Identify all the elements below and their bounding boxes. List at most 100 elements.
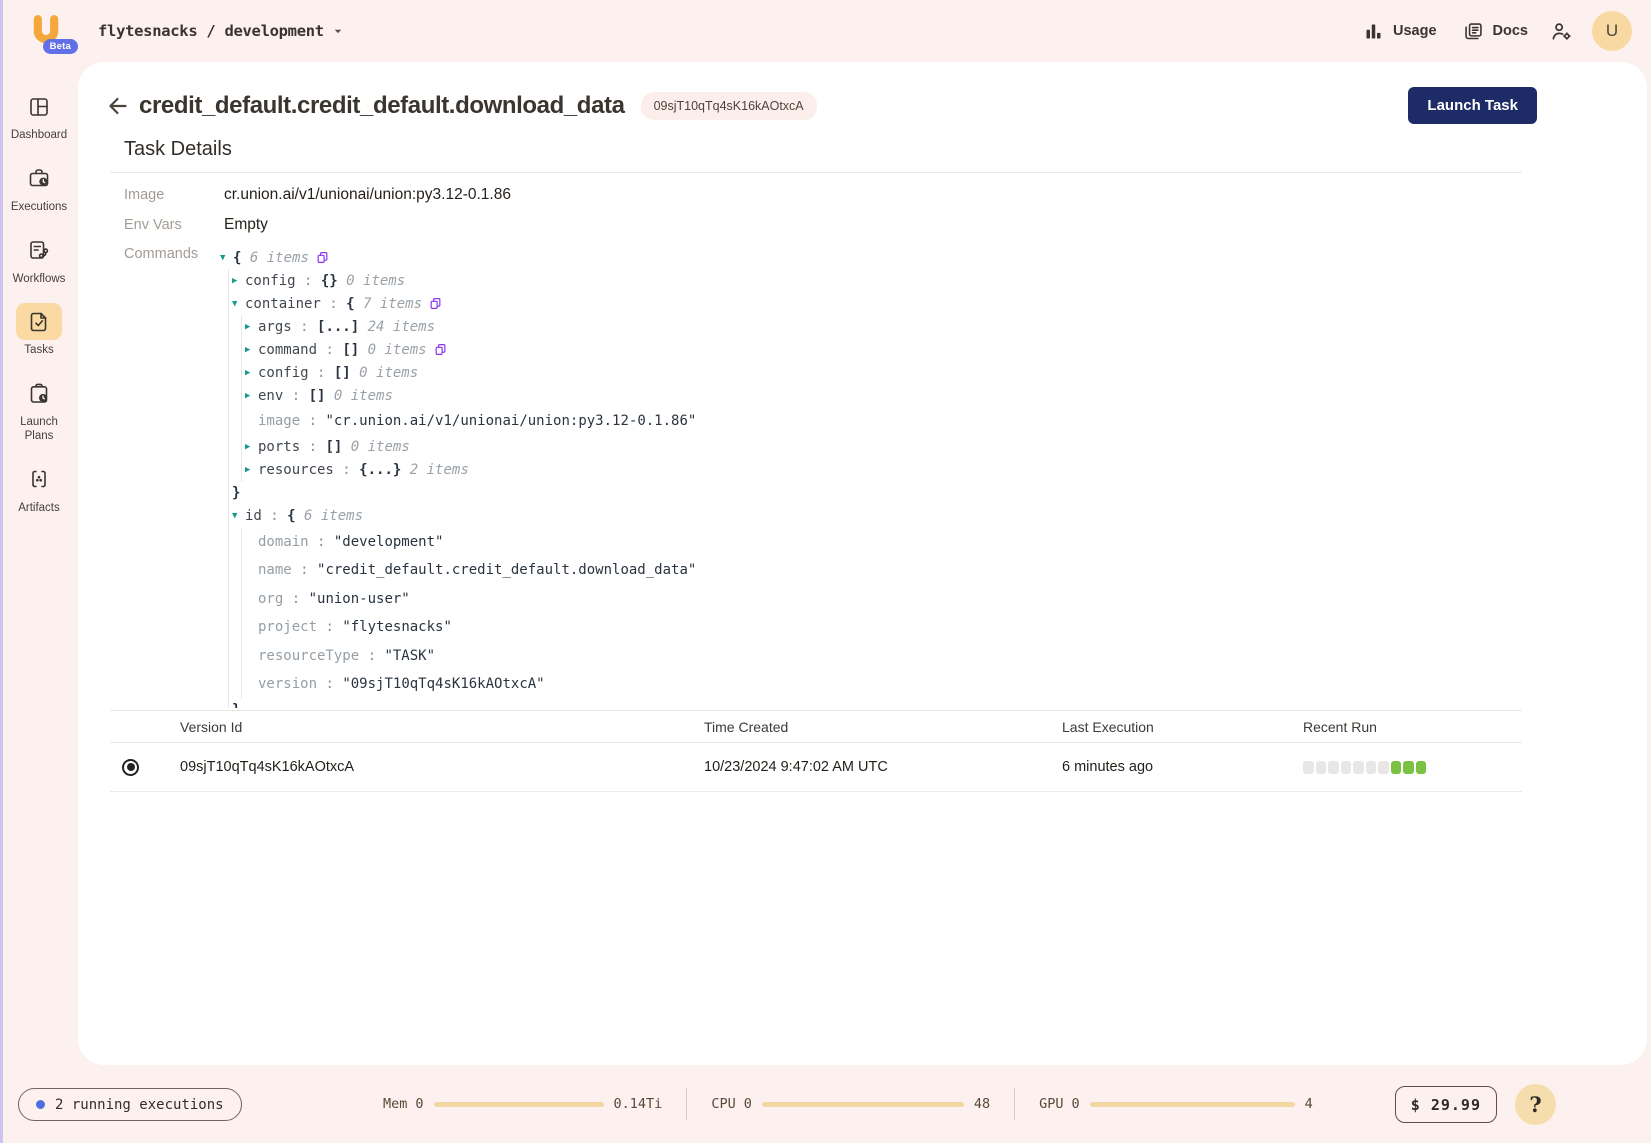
- run-empty-cell[interactable]: [1341, 761, 1352, 774]
- run-empty-cell[interactable]: [1303, 761, 1314, 774]
- collapse-icon[interactable]: ▼: [232, 511, 245, 521]
- back-button[interactable]: [105, 93, 131, 119]
- detail-value: cr.union.ai/v1/unionai/union:py3.12-0.1.…: [224, 186, 511, 204]
- breadcrumb: flytesnacks / development: [98, 22, 324, 40]
- json-tree-line: domain : "development": [220, 528, 1522, 557]
- json-colon: :: [309, 534, 334, 550]
- sidebar-item-workflows[interactable]: Workflows: [3, 232, 75, 287]
- sidebar-item-label: Workflows: [13, 273, 66, 287]
- gauge-divider: [686, 1088, 687, 1120]
- version-radio-selected[interactable]: [122, 759, 139, 776]
- help-button[interactable]: ?: [1515, 1084, 1556, 1125]
- docs-button[interactable]: Docs: [1463, 21, 1528, 42]
- json-value: "credit_default.credit_default.download_…: [317, 562, 696, 578]
- run-empty-cell[interactable]: [1353, 761, 1364, 774]
- json-punctuation: [...]: [317, 319, 359, 335]
- json-colon: :: [283, 591, 308, 607]
- json-value: "TASK": [384, 648, 435, 664]
- json-tree-line: ▼id : { 6 items: [220, 505, 1522, 528]
- gauge-gpu: GPU04: [1039, 1096, 1313, 1112]
- status-bar: 2 running executions Mem00.14Ti CPU048 GPU…: [0, 1065, 1651, 1143]
- version-id-cell: 09sjT10qTq4sK16kAOtxcA: [180, 759, 704, 775]
- page-header: credit_default.credit_default.download_d…: [78, 62, 1647, 124]
- sidebar-item-tasks[interactable]: Tasks: [3, 303, 75, 358]
- expand-icon[interactable]: ▶: [232, 276, 245, 286]
- indent-guide: [241, 528, 242, 699]
- json-punctuation: {...}: [359, 462, 401, 478]
- json-colon: :: [317, 676, 342, 692]
- divider: [110, 172, 1522, 173]
- sidebar-item-launch-plans[interactable]: Launch Plans: [3, 375, 75, 444]
- gauge-start-value: 0: [1072, 1096, 1080, 1112]
- json-key: org: [258, 591, 283, 607]
- detail-label: Commands: [124, 246, 224, 262]
- gauge-start-value: 0: [744, 1096, 752, 1112]
- json-tree-line: }: [220, 482, 1522, 505]
- launch-task-button[interactable]: Launch Task: [1408, 87, 1537, 124]
- gauge-start-value: 0: [415, 1096, 423, 1112]
- sidebar-item-dashboard[interactable]: Dashboard: [3, 88, 75, 143]
- sidebar-item-executions[interactable]: Executions: [3, 160, 75, 215]
- json-tree-viewer: ▼{ 6 items▶config : {} 0 items▼container…: [220, 246, 1522, 708]
- sidebar: Dashboard Executions Workflows Tasks Launch …: [0, 62, 78, 1143]
- column-header: Version Id: [180, 719, 704, 735]
- json-key: project: [258, 619, 317, 635]
- json-value: "development": [334, 534, 444, 550]
- cost-button[interactable]: $ 29.99: [1395, 1086, 1497, 1123]
- avatar[interactable]: U: [1592, 11, 1632, 51]
- json-tree-line: ▶resources : {...} 2 items: [220, 459, 1522, 482]
- json-key: version: [258, 676, 317, 692]
- project-domain-selector[interactable]: flytesnacks / development: [98, 22, 346, 40]
- run-empty-cell[interactable]: [1366, 761, 1377, 774]
- run-success-cell[interactable]: [1391, 761, 1402, 774]
- run-success-cell[interactable]: [1403, 761, 1414, 774]
- expand-icon[interactable]: ▶: [245, 322, 258, 332]
- json-punctuation: }: [232, 485, 240, 501]
- avatar-letter: U: [1606, 21, 1618, 41]
- json-value: "09sjT10qTq4sK16kAOtxcA": [342, 676, 544, 692]
- radio-dot: [127, 763, 135, 771]
- json-key: config: [258, 365, 309, 381]
- task-details-section: Task Details Image cr.union.ai/v1/uniona…: [110, 138, 1522, 708]
- gauge-cpu: CPU048: [711, 1096, 990, 1112]
- expand-icon[interactable]: ▶: [245, 345, 258, 355]
- launch-plans-icon: [16, 375, 62, 412]
- json-colon: :: [317, 619, 342, 635]
- running-executions-pill[interactable]: 2 running executions: [18, 1088, 242, 1121]
- copy-icon[interactable]: [434, 343, 447, 356]
- json-punctuation: }: [232, 702, 240, 708]
- docs-label: Docs: [1493, 23, 1528, 39]
- run-empty-cell[interactable]: [1316, 761, 1327, 774]
- run-empty-cell[interactable]: [1378, 761, 1389, 774]
- expand-icon[interactable]: ▶: [245, 442, 258, 452]
- json-tree-line: project : "flytesnacks": [220, 613, 1522, 642]
- collapse-icon[interactable]: ▼: [220, 253, 233, 263]
- gauge-bar: [1090, 1102, 1295, 1107]
- json-item-count: 0 items: [325, 388, 392, 404]
- run-empty-cell[interactable]: [1328, 761, 1339, 774]
- usage-button[interactable]: Usage: [1363, 21, 1437, 42]
- union-logo[interactable]: Beta: [26, 11, 66, 51]
- user-settings-button[interactable]: [1550, 20, 1573, 43]
- copy-icon[interactable]: [316, 251, 329, 264]
- resource-gauges: Mem00.14Ti CPU048 GPU04: [383, 1088, 1313, 1120]
- json-colon: :: [283, 388, 308, 404]
- json-value: "union-user": [309, 591, 410, 607]
- json-colon: :: [321, 296, 346, 312]
- json-punctuation: {: [233, 250, 241, 266]
- gauge-bar: [762, 1102, 964, 1107]
- table-row[interactable]: 09sjT10qTq4sK16kAOtxcA 10/23/2024 9:47:0…: [110, 743, 1522, 792]
- collapse-icon[interactable]: ▼: [232, 299, 245, 309]
- run-success-cell[interactable]: [1416, 761, 1427, 774]
- detail-value: Empty: [224, 216, 268, 234]
- expand-icon[interactable]: ▶: [245, 391, 258, 401]
- json-key: image: [258, 413, 300, 429]
- json-tree-line: ▶config : [] 0 items: [220, 361, 1522, 384]
- sidebar-item-artifacts[interactable]: Artifacts: [3, 461, 75, 516]
- copy-icon[interactable]: [429, 297, 442, 310]
- expand-icon[interactable]: ▶: [245, 465, 258, 475]
- gauge-mem: Mem00.14Ti: [383, 1096, 662, 1112]
- expand-icon[interactable]: ▶: [245, 368, 258, 378]
- versions-table: Version Id Time Created Last Execution R…: [110, 710, 1522, 792]
- recent-run-indicator[interactable]: [1303, 761, 1522, 774]
